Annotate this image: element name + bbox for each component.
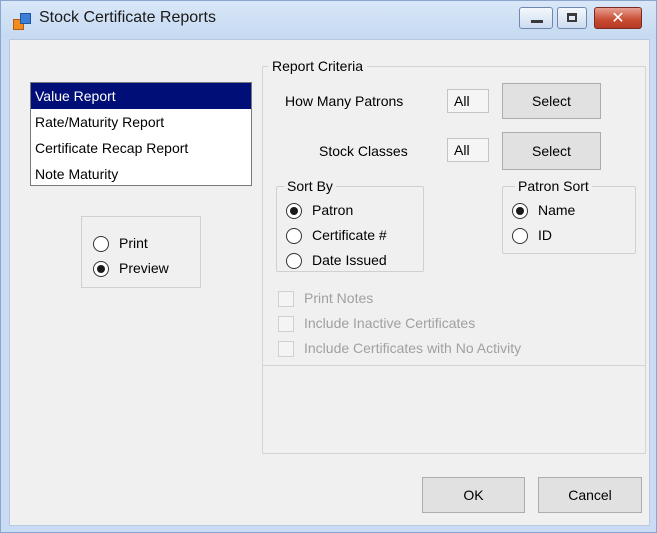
sort-certificate-label[interactable]: Certificate # — [312, 227, 387, 243]
dialog-body: Value Report Rate/Maturity Report Certif… — [9, 39, 650, 526]
patrons-value: All — [447, 89, 489, 113]
list-item-note-maturity[interactable]: Note Maturity — [31, 161, 251, 187]
list-item-rate-maturity-report[interactable]: Rate/Maturity Report — [31, 109, 251, 135]
dialog-window: Stock Certificate Reports ✕ Value Report… — [0, 0, 657, 533]
criteria-divider — [263, 365, 645, 366]
print-notes-label: Print Notes — [304, 290, 374, 306]
patron-sort-title: Patron Sort — [515, 178, 592, 194]
report-criteria-title: Report Criteria — [268, 58, 368, 74]
sort-by-title: Sort By — [284, 178, 336, 194]
window-title: Stock Certificate Reports — [39, 9, 216, 26]
sort-patron-radio[interactable] — [286, 203, 302, 219]
close-button[interactable]: ✕ — [594, 7, 642, 29]
include-no-activity-label: Include Certificates with No Activity — [304, 340, 522, 356]
include-inactive-label: Include Inactive Certificates — [304, 315, 476, 331]
include-no-activity-checkbox[interactable] — [278, 341, 294, 357]
print-label[interactable]: Print — [119, 235, 148, 251]
maximize-icon — [567, 13, 577, 22]
patrons-select-button[interactable]: Select — [502, 83, 601, 119]
cancel-button[interactable]: Cancel — [538, 477, 642, 513]
app-icon — [13, 13, 31, 30]
patron-sort-name-label[interactable]: Name — [538, 202, 575, 218]
ok-button[interactable]: OK — [422, 477, 525, 513]
preview-radio[interactable] — [93, 261, 109, 277]
patron-sort-id-radio[interactable] — [512, 228, 528, 244]
stock-classes-select-button[interactable]: Select — [502, 132, 601, 170]
print-notes-checkbox[interactable] — [278, 291, 294, 307]
patrons-label: How Many Patrons — [285, 93, 404, 109]
title-bar[interactable]: Stock Certificate Reports ✕ — [1, 1, 656, 39]
sort-date-issued-radio[interactable] — [286, 253, 302, 269]
report-type-list[interactable]: Value Report Rate/Maturity Report Certif… — [30, 82, 252, 186]
sort-patron-label[interactable]: Patron — [312, 202, 353, 218]
close-icon: ✕ — [611, 8, 625, 27]
output-mode-group: Print Preview — [81, 216, 201, 288]
print-radio[interactable] — [93, 236, 109, 252]
sort-certificate-radio[interactable] — [286, 228, 302, 244]
list-item-certificate-recap-report[interactable]: Certificate Recap Report — [31, 135, 251, 161]
preview-label[interactable]: Preview — [119, 260, 169, 276]
patron-sort-group — [502, 186, 636, 254]
sort-date-issued-label[interactable]: Date Issued — [312, 252, 387, 268]
minimize-icon — [531, 20, 543, 23]
include-inactive-checkbox[interactable] — [278, 316, 294, 332]
stock-classes-value: All — [447, 138, 489, 162]
list-item-value-report[interactable]: Value Report — [31, 83, 251, 109]
minimize-button[interactable] — [519, 7, 553, 29]
patron-sort-name-radio[interactable] — [512, 203, 528, 219]
maximize-button[interactable] — [557, 7, 587, 29]
patron-sort-id-label[interactable]: ID — [538, 227, 552, 243]
stock-classes-label: Stock Classes — [319, 143, 408, 159]
